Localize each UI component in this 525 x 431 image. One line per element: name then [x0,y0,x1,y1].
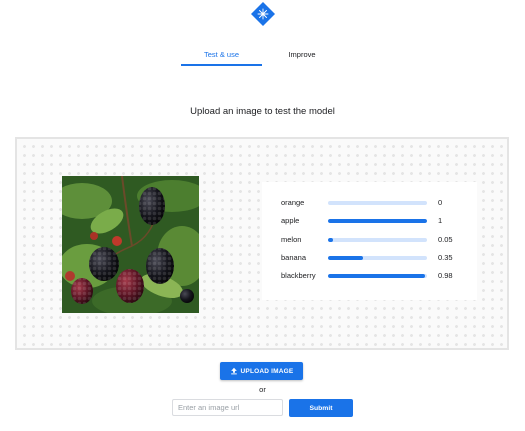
confidence-bar [328,219,427,223]
page-heading: Upload an image to test the model [190,106,335,117]
prediction-row: orange 0 [262,198,477,210]
confidence-value: 0 [438,198,443,207]
confidence-bar-fill [328,219,427,223]
prediction-label: apple [281,216,300,225]
prediction-row: melon 0.05 [262,235,477,247]
confidence-value: 0.98 [438,271,453,280]
active-tab-indicator [181,64,262,66]
confidence-value: 0.05 [438,235,453,244]
tab-test-and-use[interactable]: Test & use [181,50,262,59]
prediction-label: orange [281,198,305,207]
prediction-row: apple 1 [262,216,477,228]
test-image [62,176,199,313]
confidence-bar-fill [328,256,363,260]
upload-icon [230,367,237,375]
submit-button[interactable]: Submit [289,399,353,417]
image-url-input[interactable] [172,399,283,416]
upload-image-label: UPLOAD IMAGE [240,367,294,375]
prediction-row: banana 0.35 [262,253,477,265]
confidence-bar [328,238,427,242]
prediction-label: banana [281,253,307,262]
upload-image-button[interactable]: UPLOAD IMAGE [220,362,303,380]
confidence-bar [328,256,427,260]
prediction-label: blackberry [281,271,316,280]
confidence-bar-fill [328,274,426,278]
sparkle-logo-icon [251,2,275,26]
blackberry-photo [62,176,199,313]
app-logo [251,2,275,26]
prediction-panel: orange 0 apple 1 melon 0.05 banana 0.35 … [262,182,477,300]
tab-bar: Test & use Improve [0,50,525,70]
or-separator: or [259,385,266,394]
prediction-label: melon [281,235,302,244]
prediction-row: blackberry 0.98 [262,271,477,283]
confidence-value: 0.35 [438,253,453,262]
confidence-bar-fill [328,238,333,242]
confidence-bar [328,274,427,278]
confidence-value: 1 [438,216,443,225]
confidence-bar [328,201,427,205]
tab-improve[interactable]: Improve [272,50,332,59]
